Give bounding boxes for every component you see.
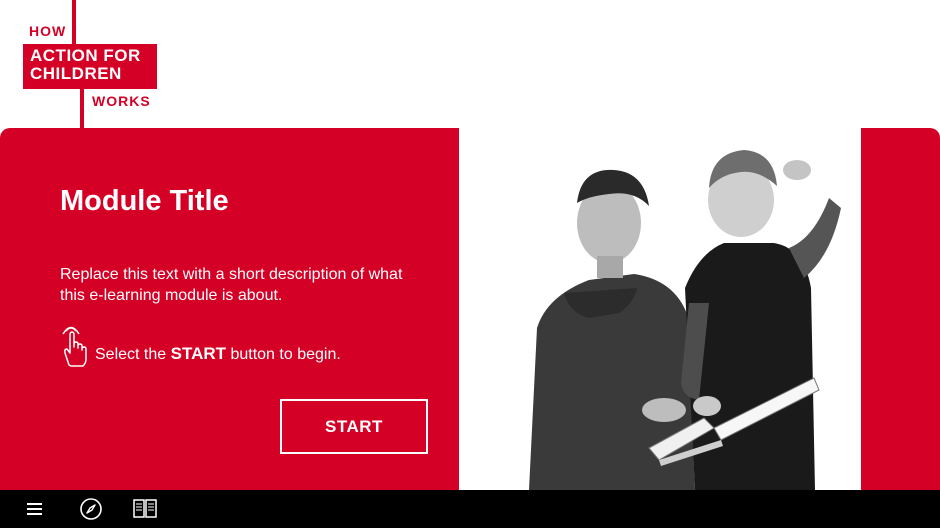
- start-button[interactable]: START: [280, 399, 428, 454]
- hero-photo: [459, 128, 861, 490]
- pointing-hand-icon: [60, 325, 90, 369]
- logo-rule-top: [72, 0, 76, 45]
- logo: ACTION FOR CHILDREN: [23, 44, 157, 89]
- logo-line-2: CHILDREN: [30, 64, 122, 83]
- logo-line-1: ACTION FOR: [30, 46, 141, 65]
- logo-rule-bottom: [80, 88, 84, 128]
- compass-icon[interactable]: [77, 496, 105, 522]
- instruction-keyword: START: [170, 344, 227, 363]
- logo-works-text: WORKS: [92, 93, 151, 109]
- book-icon[interactable]: [131, 496, 159, 522]
- module-description: Replace this text with a short descripti…: [60, 266, 403, 304]
- logo-how-text: HOW: [29, 23, 67, 39]
- menu-icon[interactable]: [21, 496, 49, 522]
- start-instruction: Select the START button to begin.: [95, 344, 341, 364]
- bottom-toolbar: [0, 490, 940, 528]
- instruction-prefix: Select the: [95, 346, 167, 363]
- instruction-suffix: button to begin.: [230, 346, 341, 363]
- module-title: Module Title: [60, 185, 229, 217]
